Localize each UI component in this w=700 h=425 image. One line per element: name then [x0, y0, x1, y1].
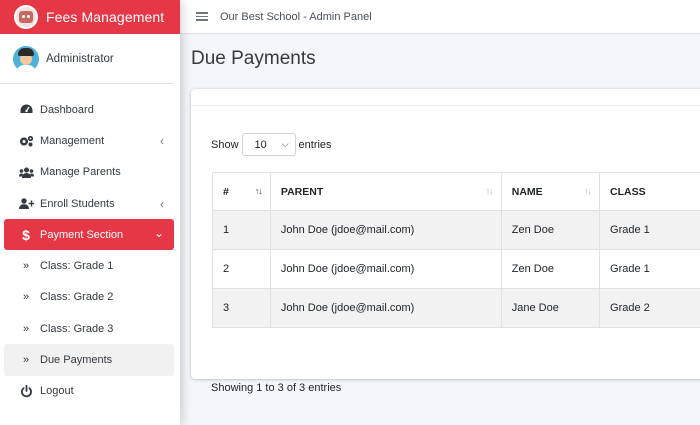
entries-select[interactable]: 10 ⌵	[241, 133, 296, 156]
sidebar-item-label: Logout	[40, 385, 74, 398]
due-payments-table: # ↑↓ PARENT ↑↓ NAME ↑↓ CLASS 1 John Doe …	[212, 172, 700, 328]
sidebar-item-dashboard[interactable]: Dashboard	[4, 94, 174, 125]
sidebar-item-class-grade-3[interactable]: » Class: Grade 3	[4, 313, 174, 344]
cell-number: 3	[212, 288, 271, 328]
table-row[interactable]: 2 John Doe (jdoe@mail.com) Zen Doe Grade…	[212, 249, 700, 289]
sidebar-item-management[interactable]: Management ‹	[4, 125, 174, 156]
cogs-icon	[18, 135, 34, 147]
top-navbar: Our Best School - Admin Panel	[180, 0, 700, 34]
sort-icon: ↑↓	[485, 186, 494, 196]
sidebar-item-due-payments[interactable]: » Due Payments	[4, 344, 174, 376]
cell-name: Zen Doe	[500, 249, 601, 289]
cell-parent: John Doe (jdoe@mail.com)	[269, 249, 502, 289]
user-panel[interactable]: Administrator	[0, 34, 174, 84]
column-header-name[interactable]: NAME ↑↓	[500, 172, 601, 211]
chevron-left-icon: ‹	[160, 133, 164, 148]
brand-logo	[14, 5, 38, 29]
sidebar-item-label: Class: Grade 2	[40, 291, 114, 304]
users-icon	[18, 167, 34, 178]
column-header-number[interactable]: # ↑↓	[212, 172, 271, 211]
page-title: Due Payments	[191, 48, 316, 69]
table-row[interactable]: 1 John Doe (jdoe@mail.com) Zen Doe Grade…	[212, 210, 700, 250]
cell-parent: John Doe (jdoe@mail.com)	[269, 288, 502, 328]
sidebar-item-payment-section[interactable]: $ Payment Section ⌄	[4, 219, 174, 251]
user-name: Administrator	[46, 52, 114, 65]
sidebar-nav: Dashboard Management ‹ Manage Parents En…	[0, 84, 180, 407]
sidebar-item-label: Manage Parents	[40, 166, 121, 179]
sidebar-item-label: Management	[40, 134, 105, 147]
sidebar-item-manage-parents[interactable]: Manage Parents	[4, 157, 174, 188]
sidebar: Fees Management Administrator Dashboard …	[0, 0, 180, 425]
sidebar-item-class-grade-1[interactable]: » Class: Grade 1	[4, 250, 174, 281]
cell-name: Jane Doe	[500, 288, 601, 328]
chevron-left-icon: ‹	[160, 196, 164, 211]
cell-number: 2	[212, 249, 271, 289]
double-chevron-icon: »	[22, 260, 30, 273]
chevron-down-icon: ⌄	[153, 226, 164, 241]
sidebar-item-label: Payment Section	[40, 228, 124, 241]
cell-class: Grade 1	[599, 249, 700, 289]
topbar-title[interactable]: Our Best School - Admin Panel	[220, 11, 372, 23]
user-plus-icon	[18, 198, 34, 210]
chevron-down-icon: ⌵	[281, 139, 289, 149]
table-row[interactable]: 3 John Doe (jdoe@mail.com) Jane Doe Grad…	[212, 288, 700, 328]
dollar-icon: $	[22, 226, 30, 243]
menu-toggle-icon[interactable]	[196, 12, 208, 21]
table-info: Showing 1 to 3 of 3 entries	[211, 382, 342, 394]
due-payments-card: Show 10 ⌵ entries # ↑↓ PARENT ↑↓ NAME ↑↓…	[191, 89, 700, 394]
card-header	[191, 89, 700, 106]
cell-number: 1	[212, 210, 271, 250]
cell-name: Zen Doe	[500, 210, 601, 250]
sidebar-item-label: Class: Grade 1	[40, 260, 114, 273]
sidebar-item-logout[interactable]: Logout	[4, 376, 174, 407]
entries-label: entries	[298, 138, 332, 151]
sidebar-item-label: Due Payments	[40, 354, 113, 367]
main-content: Due Payments Show 10 ⌵ entries # ↑↓ PARE…	[180, 34, 700, 425]
sidebar-item-label: Dashboard	[40, 103, 94, 116]
sort-ascending-icon: ↑↓	[254, 186, 263, 196]
dashboard-icon	[18, 104, 34, 115]
double-chevron-icon: »	[22, 322, 30, 335]
cell-parent: John Doe (jdoe@mail.com)	[269, 210, 502, 250]
sidebar-item-enroll-students[interactable]: Enroll Students ‹	[4, 188, 174, 219]
column-header-class[interactable]: CLASS	[599, 172, 700, 211]
cell-class: Grade 2	[599, 288, 700, 328]
brand-link[interactable]: Fees Management	[0, 0, 180, 34]
avatar	[13, 45, 39, 72]
power-icon	[18, 384, 34, 398]
brand-title: Fees Management	[46, 9, 165, 25]
entries-length-control: Show 10 ⌵ entries	[211, 133, 332, 156]
sort-icon: ↑↓	[584, 186, 592, 196]
column-header-parent[interactable]: PARENT ↑↓	[269, 172, 502, 211]
double-chevron-icon: »	[22, 354, 30, 367]
sidebar-item-label: Class: Grade 3	[40, 322, 114, 335]
sidebar-item-class-grade-2[interactable]: » Class: Grade 2	[4, 282, 174, 313]
double-chevron-icon: »	[22, 291, 30, 304]
table-header-row: # ↑↓ PARENT ↑↓ NAME ↑↓ CLASS	[212, 172, 700, 211]
show-label: Show	[211, 138, 239, 151]
cell-class: Grade 1	[599, 210, 700, 250]
entries-select-value: 10	[254, 138, 267, 151]
sidebar-item-label: Enroll Students	[40, 197, 115, 210]
